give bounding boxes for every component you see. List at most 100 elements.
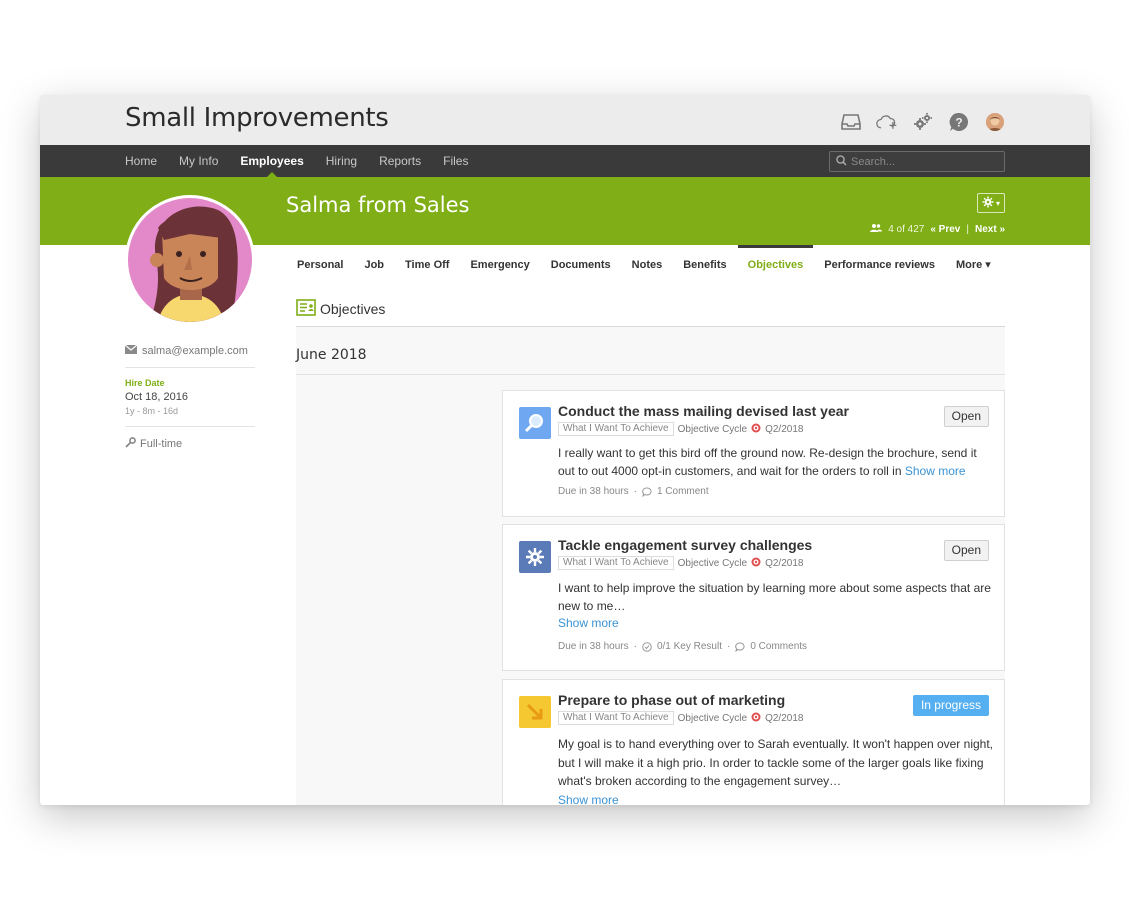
objective-text: I want to help improve the situation by … — [558, 581, 991, 613]
nav-home[interactable]: Home — [125, 145, 157, 177]
objective-card[interactable]: Prepare to phase out of marketing What I… — [502, 679, 1005, 805]
objective-footer: Due in 38 hours · 0/1 Key Result · 0 Com… — [558, 641, 807, 652]
target-icon — [751, 557, 761, 570]
objective-period: Q2/2018 — [765, 423, 804, 435]
employee-email[interactable]: salma@example.com — [142, 345, 248, 357]
objective-meta: What I Want To Achieve Objective Cycle Q… — [558, 556, 803, 570]
user-avatar[interactable] — [984, 111, 1006, 133]
tab-personal[interactable]: Personal — [297, 245, 343, 285]
nav-hiring[interactable]: Hiring — [326, 145, 357, 177]
inbox-icon[interactable] — [840, 111, 862, 133]
tab-notes[interactable]: Notes — [632, 245, 663, 285]
show-more-link[interactable]: Show more — [558, 615, 994, 633]
objectives-icon — [296, 299, 316, 319]
hire-date: Oct 18, 2016 — [125, 391, 188, 403]
tab-time-off[interactable]: Time Off — [405, 245, 449, 285]
target-icon — [751, 712, 761, 725]
section-title: Objectives — [320, 301, 386, 317]
key-results-link[interactable]: 0/1 Key Result — [657, 641, 722, 652]
hire-date-label: Hire Date — [125, 378, 165, 388]
comment-icon — [642, 486, 652, 497]
employment-type-row: Full-time — [125, 437, 255, 451]
tab-objectives[interactable]: Objectives — [737, 245, 813, 285]
employment-type: Full-time — [140, 438, 183, 450]
show-more-link[interactable]: Show more — [905, 464, 966, 478]
objective-card[interactable]: Tackle engagement survey challenges What… — [502, 524, 1005, 671]
objective-tag[interactable]: What I Want To Achieve — [558, 556, 674, 570]
profile-sidebar: salma@example.com Hire Date Oct 18, 2016… — [124, 344, 255, 451]
gear-icon — [982, 196, 994, 211]
nav-employees[interactable]: Employees — [240, 145, 304, 177]
gear-icon — [519, 541, 551, 573]
profile-tabs: Personal Job Time Off Emergency Document… — [297, 245, 1012, 285]
prev-link[interactable]: « Prev — [930, 224, 960, 235]
next-link[interactable]: Next » — [975, 224, 1005, 235]
objective-title[interactable]: Prepare to phase out of marketing — [558, 692, 785, 708]
tab-more[interactable]: More ▾ — [956, 245, 991, 285]
month-header: June 2018 — [296, 327, 1005, 375]
arrow-down-right-icon — [519, 696, 551, 728]
comments-link[interactable]: 0 Comments — [750, 641, 807, 652]
help-icon[interactable]: ? — [948, 111, 970, 133]
status-button[interactable]: In progress — [912, 695, 989, 716]
objective-meta: What I Want To Achieve Objective Cycle Q… — [558, 711, 803, 725]
cloud-upload-icon[interactable] — [876, 111, 898, 133]
nav-files[interactable]: Files — [443, 145, 468, 177]
objective-description: I want to help improve the situation by … — [558, 580, 994, 633]
search-input[interactable] — [851, 155, 991, 168]
status-button[interactable]: Open — [943, 406, 989, 427]
envelope-icon — [124, 344, 138, 357]
profile-avatar — [125, 195, 255, 325]
month-label: June 2018 — [296, 347, 367, 363]
comments-link[interactable]: 1 Comment — [657, 486, 709, 497]
nav-reports[interactable]: Reports — [379, 145, 421, 177]
objective-cycle: Objective Cycle — [677, 557, 748, 569]
objective-description: My goal is to hand everything over to Sa… — [558, 735, 994, 805]
tab-emergency[interactable]: Emergency — [470, 245, 529, 285]
svg-text:?: ? — [955, 116, 962, 130]
status-button[interactable]: Open — [943, 540, 989, 561]
divider — [125, 367, 255, 368]
pager-separator: | — [966, 224, 969, 235]
objective-tag[interactable]: What I Want To Achieve — [558, 711, 674, 725]
tab-job[interactable]: Job — [364, 245, 384, 285]
search-icon — [519, 407, 551, 439]
people-icon — [870, 223, 883, 236]
due-text: Due in 38 hours — [558, 486, 629, 497]
objective-title[interactable]: Tackle engagement survey challenges — [558, 537, 812, 553]
separator-dot: · — [633, 641, 637, 652]
objective-cycle: Objective Cycle — [677, 423, 748, 435]
tab-benefits[interactable]: Benefits — [683, 245, 726, 285]
separator-dot: · — [633, 486, 637, 497]
search-box — [829, 151, 1005, 172]
objective-description: I really want to get this bird off the g… — [558, 445, 994, 480]
objective-meta: What I Want To Achieve Objective Cycle Q… — [558, 422, 803, 436]
comment-icon — [735, 641, 745, 652]
objective-period: Q2/2018 — [765, 712, 804, 724]
nav-my-info[interactable]: My Info — [179, 145, 218, 177]
separator-dot: · — [727, 641, 731, 652]
settings-dropdown-button[interactable]: ▾ — [977, 193, 1005, 213]
app-title: Small Improvements — [125, 103, 389, 133]
objective-tag[interactable]: What I Want To Achieve — [558, 422, 674, 436]
caret-down-icon: ▾ — [995, 198, 1000, 208]
divider — [125, 426, 255, 427]
due-text: Due in 38 hours — [558, 641, 629, 652]
check-circle-icon — [642, 641, 652, 652]
pager-position: 4 of 427 — [888, 224, 925, 235]
tab-documents[interactable]: Documents — [551, 245, 611, 285]
show-more-link[interactable]: Show more — [558, 791, 994, 806]
hire-duration: 1y - 8m - 16d — [125, 406, 179, 416]
tab-performance-reviews[interactable]: Performance reviews — [824, 245, 935, 285]
employee-name: Salma from Sales — [286, 193, 470, 217]
objective-cycle: Objective Cycle — [677, 712, 748, 724]
section-header: Objectives — [296, 299, 385, 319]
gears-icon[interactable] — [912, 111, 934, 133]
objective-period: Q2/2018 — [765, 557, 804, 569]
objective-text: My goal is to hand everything over to Sa… — [558, 737, 993, 788]
search-icon — [836, 153, 847, 171]
email-row[interactable]: salma@example.com — [124, 344, 255, 357]
wrench-icon — [125, 437, 136, 451]
objective-title[interactable]: Conduct the mass mailing devised last ye… — [558, 403, 849, 419]
objective-card[interactable]: Conduct the mass mailing devised last ye… — [502, 390, 1005, 517]
